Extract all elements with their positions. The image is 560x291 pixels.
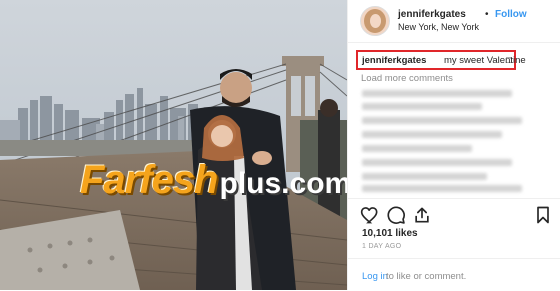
load-more-comments[interactable]: Load more comments: [361, 73, 453, 84]
likes-count[interactable]: 10,101 likes: [362, 228, 418, 239]
heart-icon[interactable]: [360, 205, 380, 225]
blurred-comment: [362, 103, 482, 110]
post-username[interactable]: jenniferkgates: [398, 9, 466, 20]
login-link[interactable]: Log in: [362, 271, 388, 282]
watermark-suffix: plus.com: [219, 167, 348, 200]
post-side-panel: jenniferkgates • Follow New York, New Yo…: [347, 0, 560, 290]
post-location[interactable]: New York, New York: [398, 22, 479, 32]
photo-scene: [0, 0, 347, 290]
avatar[interactable]: [360, 6, 390, 36]
post-photo[interactable]: Farfesh plus.com: [0, 0, 347, 290]
comment-icon[interactable]: [386, 205, 406, 225]
caption-text: my sweet Valentine: [444, 55, 526, 66]
blurred-comment: [362, 159, 512, 166]
watermark: Farfesh plus.com: [80, 158, 347, 202]
caption-emoji: □: [506, 55, 512, 65]
blurred-comment: [362, 131, 502, 138]
action-bar: [348, 198, 560, 229]
bookmark-icon[interactable]: [533, 205, 553, 225]
share-icon[interactable]: [412, 205, 432, 225]
post-timestamp[interactable]: 1 DAY AGO: [362, 243, 401, 250]
follow-button[interactable]: Follow: [495, 9, 527, 20]
login-prompt-text: to like or comment.: [386, 271, 467, 282]
watermark-brand: Farfesh: [80, 158, 218, 202]
blurred-comment: [362, 185, 522, 192]
instagram-post: Farfesh plus.com jenniferkgates • Follow…: [0, 0, 560, 290]
caption-highlight: jenniferkgates my sweet Valentine □: [356, 50, 526, 70]
comment-footer: Log in to like or comment.: [348, 258, 560, 291]
post-header: jenniferkgates • Follow New York, New Yo…: [348, 0, 560, 43]
follow-separator: •: [485, 9, 489, 20]
blurred-comment: [362, 117, 522, 124]
caption-username[interactable]: jenniferkgates: [362, 55, 426, 66]
blurred-comment: [362, 145, 472, 152]
blurred-comment: [362, 90, 512, 97]
blurred-comment: [362, 173, 487, 180]
